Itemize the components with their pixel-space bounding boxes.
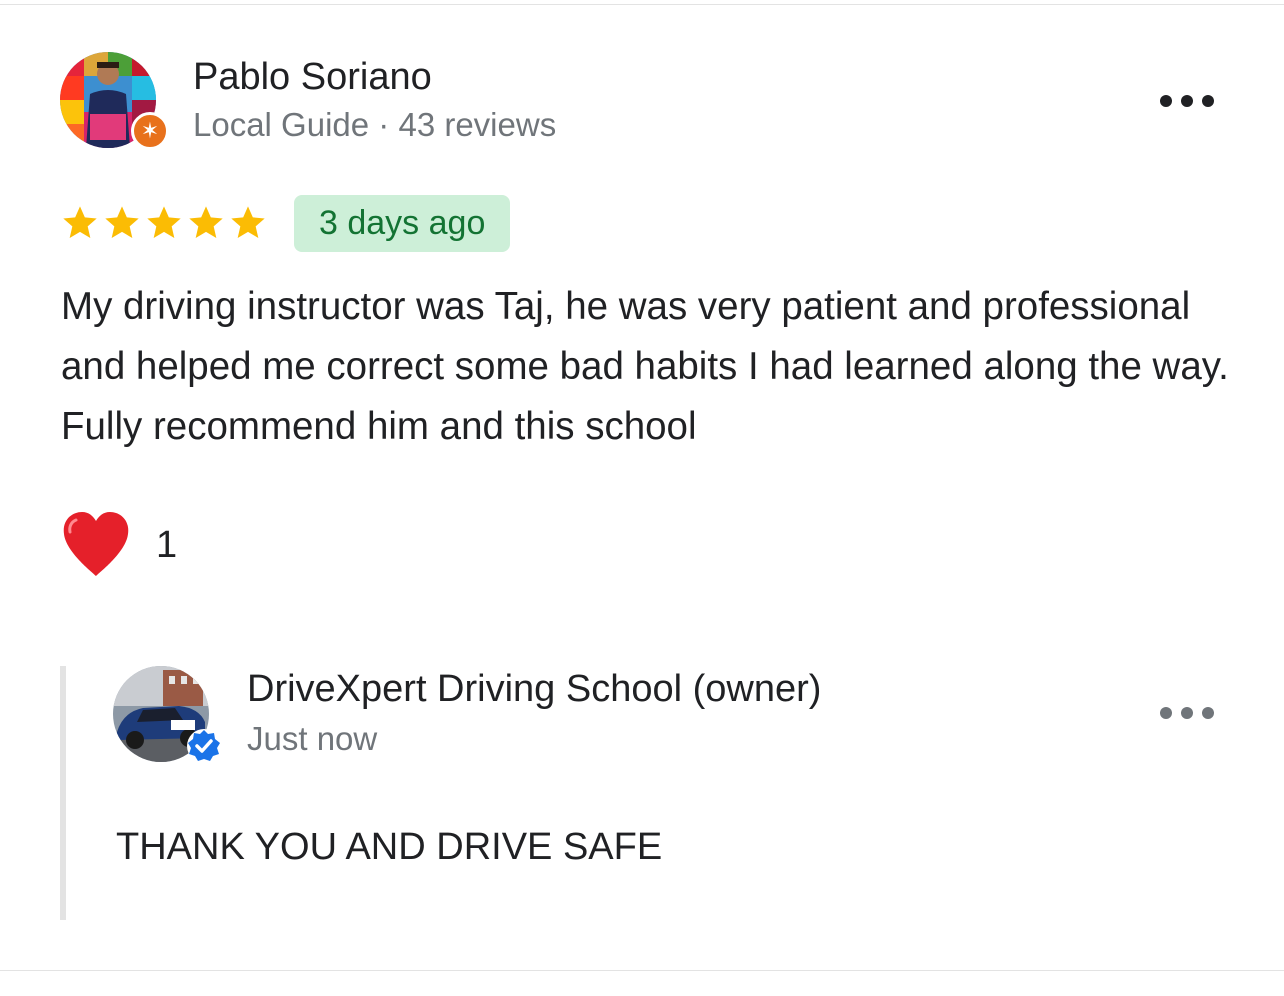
owner-name[interactable]: DriveXpert Driving School (owner) bbox=[247, 668, 821, 711]
bottom-divider bbox=[0, 970, 1284, 971]
star-icon bbox=[189, 206, 223, 238]
reaction-button[interactable]: 1 bbox=[62, 512, 177, 578]
top-divider bbox=[0, 4, 1284, 5]
star-icon bbox=[63, 206, 97, 238]
review-card: ✶ Pablo Soriano Local Guide · 43 reviews… bbox=[0, 0, 1284, 996]
local-guide-label: Local Guide bbox=[193, 106, 370, 143]
dot bbox=[1181, 95, 1193, 107]
local-guide-star-icon: ✶ bbox=[131, 112, 169, 150]
star-icon bbox=[231, 206, 265, 238]
dot bbox=[1181, 707, 1193, 719]
reviewer-name[interactable]: Pablo Soriano bbox=[193, 56, 432, 99]
dot bbox=[1202, 707, 1214, 719]
reviews-count: 43 reviews bbox=[398, 106, 557, 143]
verified-check-icon bbox=[187, 729, 221, 763]
star-icon bbox=[147, 206, 181, 238]
meta-separator: · bbox=[378, 106, 390, 143]
dot bbox=[1160, 95, 1172, 107]
review-date-badge: 3 days ago bbox=[294, 195, 511, 252]
review-text: My driving instructor was Taj, he was ve… bbox=[61, 285, 1229, 448]
owner-reply-text: THANK YOU AND DRIVE SAFE bbox=[116, 826, 663, 868]
dot bbox=[1202, 95, 1214, 107]
reply-more-options-icon[interactable] bbox=[1160, 698, 1214, 728]
star-icon bbox=[105, 206, 139, 238]
review-more-options-icon[interactable] bbox=[1160, 86, 1214, 116]
star-rating bbox=[60, 200, 268, 246]
reviewer-meta: Local Guide · 43 reviews bbox=[193, 106, 556, 144]
reaction-count: 1 bbox=[156, 523, 178, 566]
dot bbox=[1160, 707, 1172, 719]
owner-reply-time: Just now bbox=[247, 720, 378, 757]
heart-icon bbox=[63, 512, 129, 576]
reply-indent-bar bbox=[60, 666, 66, 920]
